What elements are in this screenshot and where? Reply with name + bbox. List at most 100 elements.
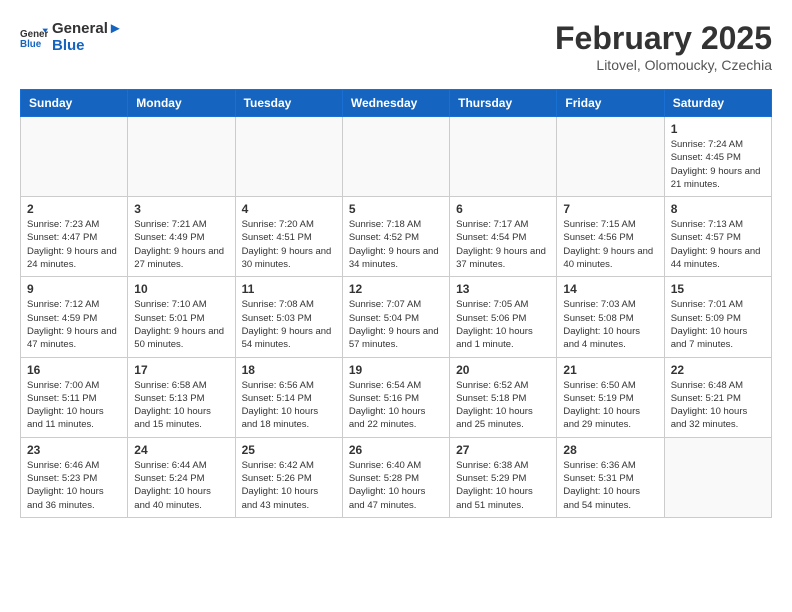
calendar-cell-w1-d0: 2 Sunrise: 7:23 AM Sunset: 4:47 PM Daylig… xyxy=(21,197,128,277)
calendar-cell-w1-d6: 8 Sunrise: 7:13 AM Sunset: 4:57 PM Daylig… xyxy=(664,197,771,277)
day-info: Sunrise: 6:46 AM Sunset: 5:23 PM Dayligh… xyxy=(27,459,121,512)
day-number: 25 xyxy=(242,443,336,457)
day-number: 6 xyxy=(456,202,550,216)
calendar-cell-w4-d3: 26 Sunrise: 6:40 AM Sunset: 5:28 PM Dayli… xyxy=(342,437,449,517)
calendar-cell-w3-d1: 17 Sunrise: 6:58 AM Sunset: 5:13 PM Dayli… xyxy=(128,357,235,437)
day-number: 8 xyxy=(671,202,765,216)
day-number: 24 xyxy=(134,443,228,457)
calendar-week-4: 23 Sunrise: 6:46 AM Sunset: 5:23 PM Dayli… xyxy=(21,437,772,517)
day-number: 15 xyxy=(671,282,765,296)
col-sunday: Sunday xyxy=(21,90,128,117)
day-number: 19 xyxy=(349,363,443,377)
calendar-cell-w0-d6: 1 Sunrise: 7:24 AM Sunset: 4:45 PM Daylig… xyxy=(664,117,771,197)
logo: General Blue General► Blue xyxy=(20,20,123,55)
svg-text:Blue: Blue xyxy=(20,39,42,50)
calendar-cell-w1-d3: 5 Sunrise: 7:18 AM Sunset: 4:52 PM Daylig… xyxy=(342,197,449,277)
calendar-cell-w1-d4: 6 Sunrise: 7:17 AM Sunset: 4:54 PM Daylig… xyxy=(450,197,557,277)
day-info: Sunrise: 6:54 AM Sunset: 5:16 PM Dayligh… xyxy=(349,379,443,432)
calendar-cell-w4-d1: 24 Sunrise: 6:44 AM Sunset: 5:24 PM Dayli… xyxy=(128,437,235,517)
calendar-cell-w0-d4 xyxy=(450,117,557,197)
calendar-cell-w3-d3: 19 Sunrise: 6:54 AM Sunset: 5:16 PM Dayli… xyxy=(342,357,449,437)
logo-line2: Blue xyxy=(52,37,123,54)
calendar-cell-w3-d4: 20 Sunrise: 6:52 AM Sunset: 5:18 PM Dayli… xyxy=(450,357,557,437)
day-number: 7 xyxy=(563,202,657,216)
day-number: 12 xyxy=(349,282,443,296)
calendar-cell-w3-d2: 18 Sunrise: 6:56 AM Sunset: 5:14 PM Dayli… xyxy=(235,357,342,437)
day-info: Sunrise: 6:40 AM Sunset: 5:28 PM Dayligh… xyxy=(349,459,443,512)
calendar-cell-w1-d1: 3 Sunrise: 7:21 AM Sunset: 4:49 PM Daylig… xyxy=(128,197,235,277)
calendar-cell-w2-d3: 12Sunrise: 7:07 AM Sunset: 5:04 PM Dayli… xyxy=(342,277,449,357)
day-info: Sunrise: 7:03 AM Sunset: 5:08 PM Dayligh… xyxy=(563,298,657,351)
calendar-week-1: 2 Sunrise: 7:23 AM Sunset: 4:47 PM Daylig… xyxy=(21,197,772,277)
calendar-cell-w0-d3 xyxy=(342,117,449,197)
day-number: 4 xyxy=(242,202,336,216)
calendar-cell-w3-d6: 22 Sunrise: 6:48 AM Sunset: 5:21 PM Dayli… xyxy=(664,357,771,437)
day-info: Sunrise: 7:18 AM Sunset: 4:52 PM Dayligh… xyxy=(349,218,443,271)
col-tuesday: Tuesday xyxy=(235,90,342,117)
day-info: Sunrise: 7:21 AM Sunset: 4:49 PM Dayligh… xyxy=(134,218,228,271)
day-number: 2 xyxy=(27,202,121,216)
day-info: Sunrise: 6:42 AM Sunset: 5:26 PM Dayligh… xyxy=(242,459,336,512)
day-info: Sunrise: 6:56 AM Sunset: 5:14 PM Dayligh… xyxy=(242,379,336,432)
day-number: 9 xyxy=(27,282,121,296)
day-number: 20 xyxy=(456,363,550,377)
day-info: Sunrise: 7:12 AM Sunset: 4:59 PM Dayligh… xyxy=(27,298,121,351)
day-info: Sunrise: 6:38 AM Sunset: 5:29 PM Dayligh… xyxy=(456,459,550,512)
logo-line1: General► xyxy=(52,20,123,37)
day-info: Sunrise: 7:20 AM Sunset: 4:51 PM Dayligh… xyxy=(242,218,336,271)
calendar-cell-w4-d4: 27Sunrise: 6:38 AM Sunset: 5:29 PM Dayli… xyxy=(450,437,557,517)
day-info: Sunrise: 7:23 AM Sunset: 4:47 PM Dayligh… xyxy=(27,218,121,271)
calendar-week-2: 9 Sunrise: 7:12 AM Sunset: 4:59 PM Daylig… xyxy=(21,277,772,357)
calendar-cell-w3-d5: 21Sunrise: 6:50 AM Sunset: 5:19 PM Dayli… xyxy=(557,357,664,437)
calendar-cell-w0-d0 xyxy=(21,117,128,197)
day-number: 11 xyxy=(242,282,336,296)
calendar-cell-w0-d1 xyxy=(128,117,235,197)
day-number: 18 xyxy=(242,363,336,377)
day-number: 21 xyxy=(563,363,657,377)
calendar-cell-w4-d6 xyxy=(664,437,771,517)
calendar-table: Sunday Monday Tuesday Wednesday Thursday… xyxy=(20,89,772,518)
day-info: Sunrise: 6:44 AM Sunset: 5:24 PM Dayligh… xyxy=(134,459,228,512)
col-thursday: Thursday xyxy=(450,90,557,117)
day-info: Sunrise: 7:15 AM Sunset: 4:56 PM Dayligh… xyxy=(563,218,657,271)
calendar-cell-w0-d2 xyxy=(235,117,342,197)
day-info: Sunrise: 7:10 AM Sunset: 5:01 PM Dayligh… xyxy=(134,298,228,351)
calendar-cell-w3-d0: 16Sunrise: 7:00 AM Sunset: 5:11 PM Dayli… xyxy=(21,357,128,437)
col-monday: Monday xyxy=(128,90,235,117)
day-number: 16 xyxy=(27,363,121,377)
location-subtitle: Litovel, Olomoucky, Czechia xyxy=(555,57,772,73)
col-saturday: Saturday xyxy=(664,90,771,117)
day-info: Sunrise: 7:24 AM Sunset: 4:45 PM Dayligh… xyxy=(671,138,765,191)
calendar-cell-w4-d5: 28Sunrise: 6:36 AM Sunset: 5:31 PM Dayli… xyxy=(557,437,664,517)
logo-icon: General Blue xyxy=(20,23,48,51)
day-number: 26 xyxy=(349,443,443,457)
day-number: 22 xyxy=(671,363,765,377)
day-number: 3 xyxy=(134,202,228,216)
day-number: 28 xyxy=(563,443,657,457)
day-info: Sunrise: 6:48 AM Sunset: 5:21 PM Dayligh… xyxy=(671,379,765,432)
day-number: 1 xyxy=(671,122,765,136)
calendar-week-3: 16Sunrise: 7:00 AM Sunset: 5:11 PM Dayli… xyxy=(21,357,772,437)
calendar-cell-w2-d0: 9 Sunrise: 7:12 AM Sunset: 4:59 PM Daylig… xyxy=(21,277,128,357)
calendar-cell-w2-d1: 10 Sunrise: 7:10 AM Sunset: 5:01 PM Dayli… xyxy=(128,277,235,357)
month-year-title: February 2025 xyxy=(555,20,772,57)
day-info: Sunrise: 6:52 AM Sunset: 5:18 PM Dayligh… xyxy=(456,379,550,432)
calendar-cell-w2-d5: 14 Sunrise: 7:03 AM Sunset: 5:08 PM Dayli… xyxy=(557,277,664,357)
calendar-cell-w1-d5: 7 Sunrise: 7:15 AM Sunset: 4:56 PM Daylig… xyxy=(557,197,664,277)
page-header: General Blue General► Blue February 2025… xyxy=(20,20,772,73)
day-number: 10 xyxy=(134,282,228,296)
day-number: 5 xyxy=(349,202,443,216)
day-number: 14 xyxy=(563,282,657,296)
day-info: Sunrise: 7:17 AM Sunset: 4:54 PM Dayligh… xyxy=(456,218,550,271)
day-number: 17 xyxy=(134,363,228,377)
calendar-week-0: 1 Sunrise: 7:24 AM Sunset: 4:45 PM Daylig… xyxy=(21,117,772,197)
col-wednesday: Wednesday xyxy=(342,90,449,117)
day-number: 23 xyxy=(27,443,121,457)
day-info: Sunrise: 7:08 AM Sunset: 5:03 PM Dayligh… xyxy=(242,298,336,351)
calendar-cell-w2-d4: 13Sunrise: 7:05 AM Sunset: 5:06 PM Dayli… xyxy=(450,277,557,357)
title-block: February 2025 Litovel, Olomoucky, Czechi… xyxy=(555,20,772,73)
calendar-cell-w2-d6: 15Sunrise: 7:01 AM Sunset: 5:09 PM Dayli… xyxy=(664,277,771,357)
day-info: Sunrise: 6:58 AM Sunset: 5:13 PM Dayligh… xyxy=(134,379,228,432)
day-info: Sunrise: 7:13 AM Sunset: 4:57 PM Dayligh… xyxy=(671,218,765,271)
calendar-cell-w4-d0: 23 Sunrise: 6:46 AM Sunset: 5:23 PM Dayli… xyxy=(21,437,128,517)
